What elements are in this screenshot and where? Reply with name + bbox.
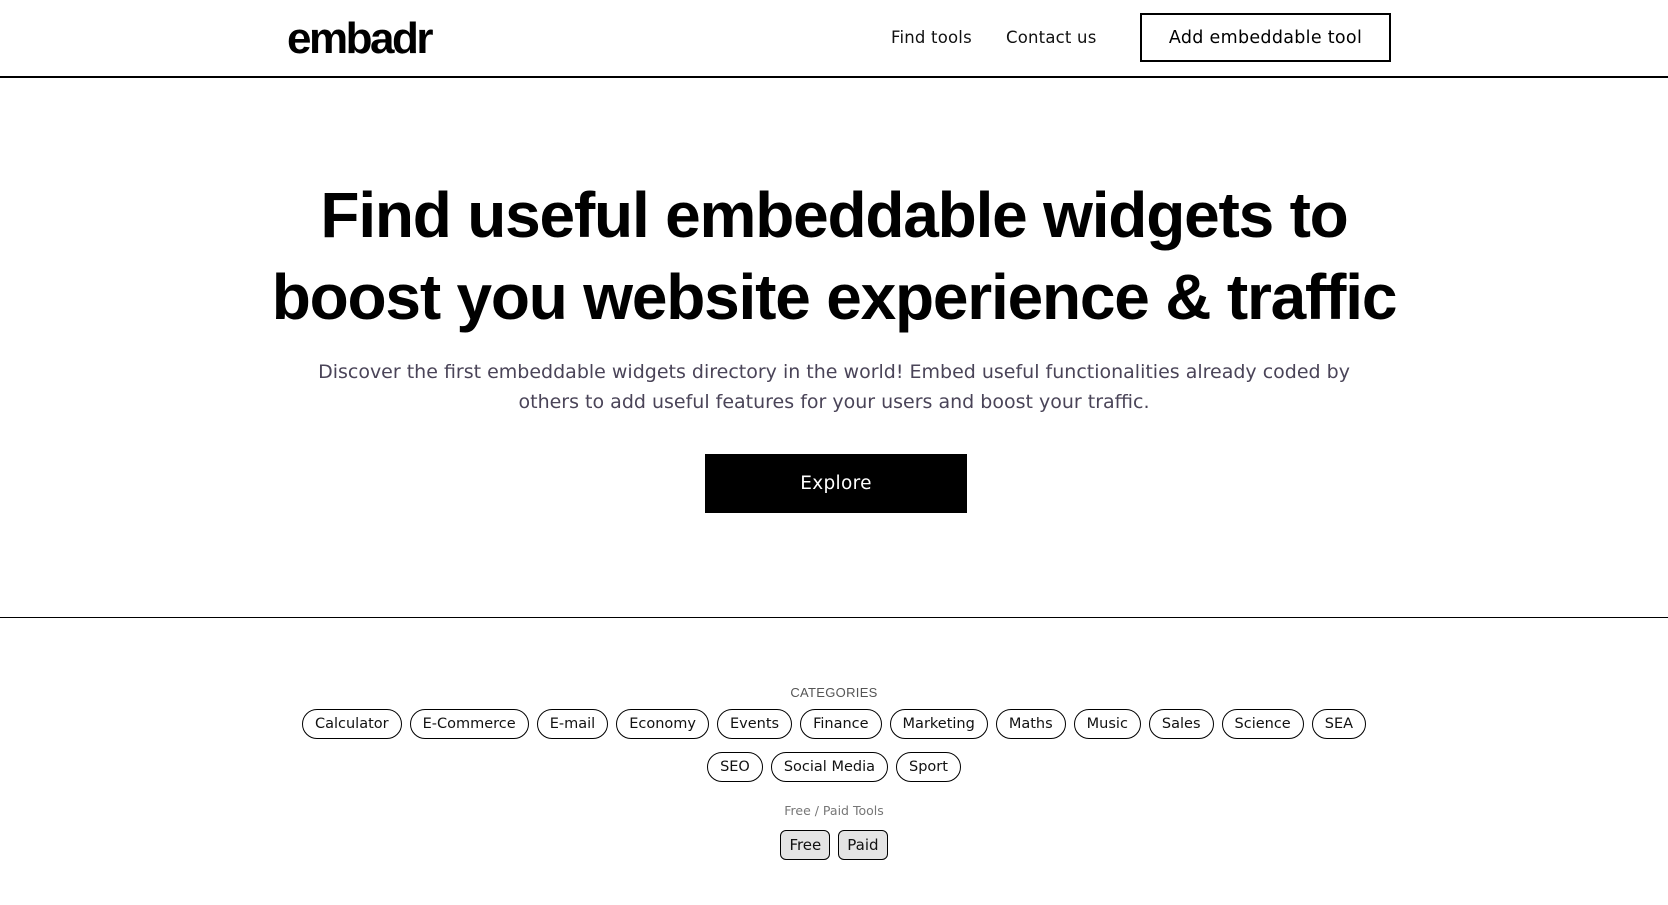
subtitle-line-2: others to add useful features for your u… <box>518 391 1150 413</box>
category-chip-sea[interactable]: SEA <box>1311 709 1367 739</box>
category-chip-events[interactable]: Events <box>716 709 793 739</box>
headline-line-2: boost you website experience & traffic <box>271 261 1398 333</box>
logo[interactable]: embadr <box>287 14 433 64</box>
site-header: embadr Find tools Contact us Add embedda… <box>0 0 1668 78</box>
nav-find-tools[interactable]: Find tools <box>891 27 972 49</box>
category-chips: Calculator E-Commerce E-mail Economy Events F… <box>284 709 1384 795</box>
category-chip-finance[interactable]: Finance <box>800 709 882 739</box>
category-chip-sales[interactable]: Sales <box>1148 709 1214 739</box>
categories-label: CATEGORIES <box>790 685 878 700</box>
category-chip-sport[interactable]: Sport <box>896 752 961 782</box>
category-chip-e-mail[interactable]: E-mail <box>536 709 609 739</box>
subtitle-line-1: Discover the first embeddable widgets di… <box>318 361 1350 383</box>
category-chip-economy[interactable]: Economy <box>616 709 709 739</box>
headline-line-1: Find useful embeddable widgets to <box>320 179 1348 251</box>
add-embeddable-tool-button[interactable]: Add embeddable tool <box>1140 13 1391 62</box>
hero-subtitle: Discover the first embeddable widgets di… <box>284 357 1384 417</box>
category-chip-social-media[interactable]: Social Media <box>770 752 888 782</box>
category-row-1: Calculator E-Commerce E-mail Economy Events F… <box>284 709 1384 739</box>
hero-section: Find useful embeddable widgets to boost … <box>0 78 1668 618</box>
category-chip-music[interactable]: Music <box>1073 709 1141 739</box>
pricing-free[interactable]: Free <box>780 830 831 860</box>
explore-button[interactable]: Explore <box>705 454 967 513</box>
page-title: Find useful embeddable widgets to boost … <box>0 174 1668 338</box>
category-chip-calculator[interactable]: Calculator <box>301 709 402 739</box>
category-row-2: SEO Social Media Sport <box>284 752 1384 782</box>
category-chip-marketing[interactable]: Marketing <box>889 709 988 739</box>
category-chip-seo[interactable]: SEO <box>707 752 763 782</box>
category-chip-science[interactable]: Science <box>1221 709 1304 739</box>
pricing-label: Free / Paid Tools <box>784 803 884 818</box>
category-chip-maths[interactable]: Maths <box>995 709 1066 739</box>
nav-contact-us[interactable]: Contact us <box>1006 27 1097 49</box>
pricing-filter: Free Paid <box>0 830 1668 860</box>
pricing-paid[interactable]: Paid <box>838 830 888 860</box>
category-chip-e-commerce[interactable]: E-Commerce <box>409 709 529 739</box>
